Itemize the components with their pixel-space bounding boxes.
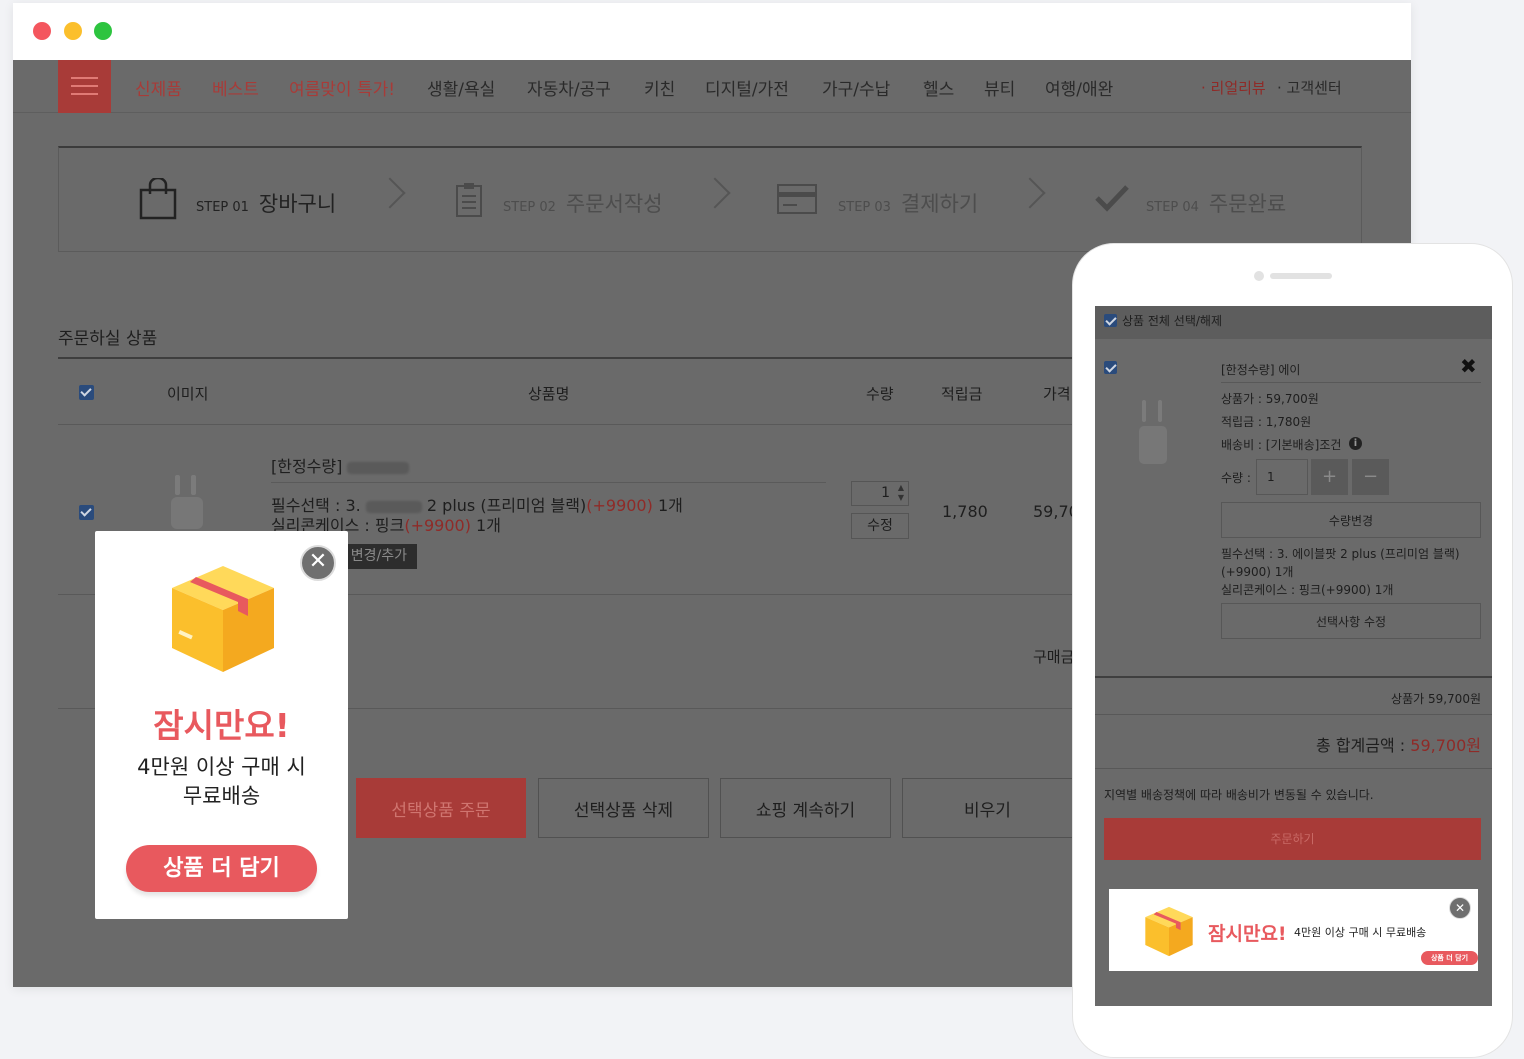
nav-item-best[interactable]: 베스트 bbox=[212, 75, 259, 100]
popup-title: 잠시만요! bbox=[153, 706, 290, 745]
credit-card-icon bbox=[777, 184, 817, 214]
divider bbox=[271, 482, 826, 483]
header-points: 적립금 bbox=[941, 385, 983, 403]
clipboard-icon bbox=[456, 183, 482, 217]
divider bbox=[58, 424, 1158, 425]
mobile-item-name[interactable]: [한정수량] 에이 bbox=[1221, 361, 1300, 378]
mobile-popup-title: 잠시만요! bbox=[1208, 923, 1287, 945]
product-name[interactable]: [한정수량] bbox=[271, 453, 410, 477]
shopping-bag-icon bbox=[139, 178, 177, 220]
speaker-grille bbox=[1270, 273, 1332, 279]
nav-item-kitchen[interactable]: 키친 bbox=[644, 75, 675, 100]
nav-item-travel-pet[interactable]: 여행/애완 bbox=[1045, 75, 1113, 100]
blurred-text bbox=[347, 461, 410, 474]
chevron-right-icon bbox=[699, 177, 731, 209]
item-checkbox[interactable] bbox=[79, 505, 94, 520]
step-cart: STEP 01 장바구니 bbox=[196, 192, 337, 216]
mobile-screen: 상품 전체 선택/해제 [한정수량] 에이 ✖ 상품가 : 59,700원 적립… bbox=[1095, 306, 1492, 1006]
mobile-phone-frame: 상품 전체 선택/해제 [한정수량] 에이 ✖ 상품가 : 59,700원 적립… bbox=[1072, 243, 1513, 1058]
step-complete: STEP 04 주문완료 bbox=[1146, 192, 1287, 216]
mobile-option-line-3: 실리콘케이스 : 핑크(+9900) 1개 bbox=[1221, 583, 1394, 597]
nav-item-summer-sale[interactable]: 여름맞이 특가! bbox=[289, 75, 395, 100]
empty-cart-button[interactable]: 비우기 bbox=[902, 778, 1073, 838]
nav-item-new[interactable]: 신제품 bbox=[135, 75, 182, 100]
maximize-window-icon[interactable] bbox=[94, 22, 112, 40]
mobile-product-thumbnail bbox=[1139, 400, 1167, 464]
add-more-products-button[interactable]: 상품 더 담기 bbox=[126, 845, 317, 892]
divider bbox=[1095, 676, 1492, 678]
top-navigation: 신제품 베스트 여름맞이 특가! 생활/욕실 자동차/공구 키친 디지털/가전 … bbox=[13, 60, 1411, 113]
step-order-form: STEP 02 주문서작성 bbox=[503, 192, 663, 216]
box-icon bbox=[1145, 906, 1193, 957]
divider bbox=[58, 357, 1158, 359]
header-product-name: 상품명 bbox=[528, 385, 570, 403]
title-bar bbox=[13, 3, 1411, 60]
camera-icon bbox=[1254, 271, 1264, 281]
mobile-option-edit-button[interactable]: 선택사항 수정 bbox=[1221, 603, 1481, 639]
free-shipping-popup: ✕ 잠시만요! 4만원 이상 구매 시 무료배송 상품 더 담기 bbox=[95, 531, 348, 919]
nav-item-car-tools[interactable]: 자동차/공구 bbox=[527, 75, 611, 100]
mobile-select-all-checkbox[interactable] bbox=[1104, 314, 1117, 327]
cart-section-title: 주문하실 상품 bbox=[58, 329, 158, 349]
chevron-right-icon bbox=[374, 177, 406, 209]
box-icon bbox=[172, 566, 274, 672]
divider bbox=[1095, 714, 1492, 715]
mobile-qty-label: 수량 : bbox=[1221, 471, 1251, 485]
mobile-shipping-notice: 지역별 배송정책에 따라 배송비가 변동될 수 있습니다. bbox=[1104, 788, 1374, 802]
quantity-stepper[interactable]: ▲ ▼ bbox=[895, 483, 907, 504]
mobile-select-all-label[interactable]: 상품 전체 선택/해제 bbox=[1122, 312, 1222, 329]
nav-customer-center-link[interactable]: · 고객센터 bbox=[1277, 77, 1342, 98]
mobile-remove-item-icon[interactable]: ✖ bbox=[1460, 354, 1477, 378]
nav-item-beauty[interactable]: 뷰티 bbox=[984, 75, 1015, 100]
close-window-icon[interactable] bbox=[33, 22, 51, 40]
mobile-qty-input[interactable]: 1 bbox=[1256, 459, 1308, 495]
mobile-qty-plus-button[interactable]: + bbox=[1311, 459, 1348, 495]
order-selected-button[interactable]: 선택상품 주문 bbox=[356, 778, 526, 838]
mobile-order-button[interactable]: 주문하기 bbox=[1104, 818, 1481, 860]
purchase-total-label: 구매금 bbox=[1033, 648, 1075, 666]
select-all-checkbox[interactable] bbox=[79, 385, 94, 400]
delete-selected-button[interactable]: 선택상품 삭제 bbox=[538, 778, 709, 838]
mobile-add-more-button[interactable]: 상품 더 담기 bbox=[1421, 951, 1478, 965]
close-icon[interactable]: ✕ bbox=[300, 545, 336, 581]
nav-item-furniture[interactable]: 가구/수납 bbox=[822, 75, 890, 100]
close-icon[interactable]: ✕ bbox=[1449, 897, 1471, 919]
order-steps: STEP 01 장바구니 STEP 02 주문서작성 STEP 03 결제하기 STE… bbox=[58, 146, 1362, 252]
nav-item-living[interactable]: 생활/욕실 bbox=[427, 75, 495, 100]
mobile-qty-minus-button[interactable]: − bbox=[1352, 459, 1389, 495]
info-icon[interactable]: i bbox=[1349, 437, 1362, 450]
mobile-total: 총 합계금액 : 59,700원 bbox=[1316, 736, 1481, 755]
divider bbox=[1095, 768, 1492, 769]
popup-line-2: 무료배송 bbox=[182, 784, 261, 808]
header-price: 가격 bbox=[1043, 385, 1071, 403]
header-quantity: 수량 bbox=[866, 385, 894, 403]
item-points: 1,780 bbox=[942, 502, 988, 521]
mobile-free-shipping-popup: 잠시만요! 4만원 이상 구매 시 무료배송 ✕ 상품 더 담기 bbox=[1109, 889, 1478, 971]
product-thumbnail bbox=[171, 475, 203, 529]
mobile-option-line-1: 필수선택 : 3. 에이블팟 2 plus (프리미엄 블랙) bbox=[1221, 547, 1460, 561]
nav-item-digital[interactable]: 디지털/가전 bbox=[705, 75, 789, 100]
hamburger-menu-icon[interactable] bbox=[58, 60, 111, 113]
mobile-subtotal: 상품가 59,700원 bbox=[1391, 692, 1481, 706]
continue-shopping-button[interactable]: 쇼핑 계속하기 bbox=[720, 778, 891, 838]
divider bbox=[1221, 382, 1481, 383]
quantity-modify-button[interactable]: 수정 bbox=[851, 513, 909, 539]
mobile-item-checkbox[interactable] bbox=[1104, 361, 1117, 374]
mobile-item-points: 적립금 : 1,780원 bbox=[1221, 415, 1312, 429]
minimize-window-icon[interactable] bbox=[64, 22, 82, 40]
mobile-popup-text: 4만원 이상 구매 시 무료배송 bbox=[1294, 926, 1427, 939]
blurred-text bbox=[365, 500, 422, 513]
mobile-option-line-2: (+9900) 1개 bbox=[1221, 565, 1294, 579]
nav-item-health[interactable]: 헬스 bbox=[923, 75, 954, 100]
step-payment: STEP 03 결제하기 bbox=[838, 192, 979, 216]
popup-line-1: 4만원 이상 구매 시 bbox=[137, 755, 306, 779]
mobile-qty-change-button[interactable]: 수량변경 bbox=[1221, 502, 1481, 538]
mobile-item-price: 상품가 : 59,700원 bbox=[1221, 392, 1319, 406]
checkmark-icon bbox=[1095, 185, 1129, 212]
chevron-right-icon bbox=[1014, 177, 1046, 209]
header-image: 이미지 bbox=[167, 385, 209, 403]
nav-real-review-link[interactable]: · 리얼리뷰 bbox=[1201, 77, 1266, 98]
mobile-item-shipping: 배송비 : [기본배송]조건 bbox=[1221, 438, 1342, 452]
